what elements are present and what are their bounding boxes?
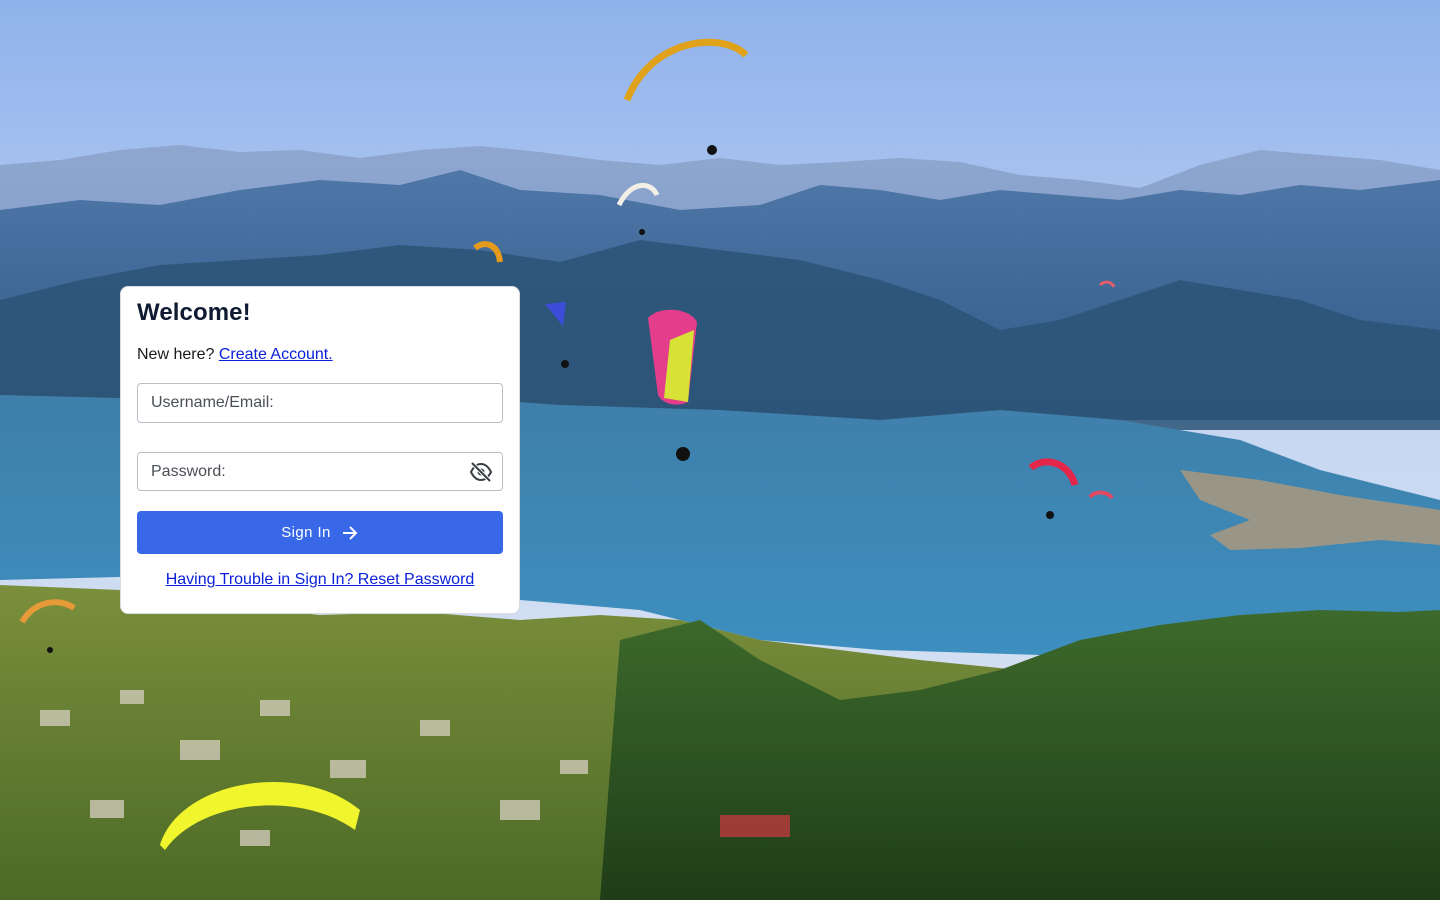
- username-field: [137, 383, 503, 423]
- password-input[interactable]: [138, 453, 502, 490]
- password-field: [137, 452, 503, 491]
- sign-in-label: Sign In: [281, 524, 331, 541]
- eye-off-icon[interactable]: [469, 461, 493, 483]
- new-here-line: New here? Create Account.: [137, 346, 333, 364]
- username-input[interactable]: [138, 384, 502, 422]
- create-account-link[interactable]: Create Account.: [219, 346, 333, 363]
- welcome-title: Welcome!: [137, 299, 251, 326]
- reset-password-link[interactable]: Having Trouble in Sign In? Reset Passwor…: [166, 571, 475, 588]
- login-card: Welcome! New here? Create Account. Sign …: [120, 286, 520, 614]
- new-here-text: New here?: [137, 346, 215, 363]
- arrow-right-icon: [341, 525, 359, 541]
- sign-in-button[interactable]: Sign In: [137, 511, 503, 554]
- reset-password-line: Having Trouble in Sign In? Reset Passwor…: [121, 571, 519, 589]
